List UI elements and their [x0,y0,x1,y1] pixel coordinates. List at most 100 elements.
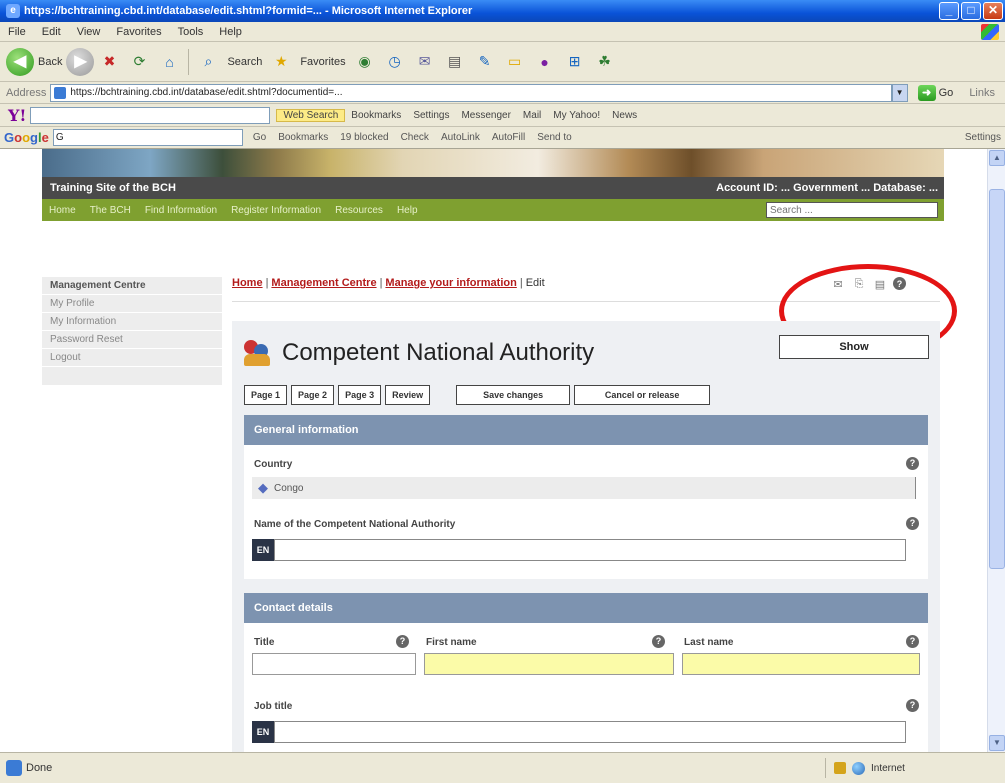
sidebar-item-password-reset[interactable]: Password Reset [42,331,222,349]
search-icon[interactable]: ⌕ [197,51,219,73]
cna-name-label: Name of the Competent National Authority [254,519,456,530]
job-title-language-tag[interactable]: EN [252,721,274,743]
nav-find-information[interactable]: Find Information [138,205,224,216]
page-1-button[interactable]: Page 1 [244,385,288,405]
google-bookmarks-button[interactable]: Bookmarks [272,132,334,143]
breadcrumb-manage[interactable]: Manage your information [385,277,516,289]
cna-name-input[interactable] [274,539,906,561]
menu-favorites[interactable]: Favorites [108,26,169,38]
zone-text: Internet [871,762,905,774]
country-select[interactable]: ◆ Congo [252,477,916,499]
google-check-button[interactable]: Check [395,132,435,143]
google-autofill-button[interactable]: AutoFill [486,132,531,143]
menu-file[interactable]: File [0,26,34,38]
links-label[interactable]: Links [959,87,1005,99]
google-popup-blocked[interactable]: 19 blocked [334,132,394,143]
navigation-toolbar: ◀ Back ▶ ✖ ⟳ ⌂ ⌕ Search ★ Favorites ◉ ◷ … [0,42,1005,82]
page-done-icon [6,760,22,776]
mail-icon[interactable]: ✉ [414,51,436,73]
cancel-release-button[interactable]: Cancel or release [574,385,711,405]
favorites-label[interactable]: Favorites [300,56,345,68]
messenger-icon[interactable]: ● [534,51,556,73]
country-value: Congo [274,482,304,494]
menu-help[interactable]: Help [211,26,250,38]
lock-icon[interactable] [834,762,846,774]
language-tag[interactable]: EN [252,539,274,561]
page-heading: Competent National Authority [244,339,594,367]
sidebar-item-logout[interactable]: Logout [42,349,222,367]
history-icon[interactable]: ◷ [384,51,406,73]
nav-home[interactable]: Home [42,205,83,216]
first-name-help-icon[interactable]: ? [652,635,665,648]
go-button[interactable]: ➜ Go [912,84,960,101]
google-search-input[interactable]: G [52,129,243,146]
folder-icon[interactable]: ▭ [504,51,526,73]
refresh-icon[interactable]: ⟳ [128,51,150,73]
maximize-button[interactable]: □ [961,2,981,20]
page-2-button[interactable]: Page 2 [291,385,335,405]
google-logo[interactable]: Google [4,130,49,145]
vertical-scrollbar[interactable]: ▲ ▼ [987,149,1005,752]
search-label[interactable]: Search [227,56,262,68]
last-name-help-icon[interactable]: ? [906,635,919,648]
research-icon[interactable]: ⊞ [564,51,586,73]
yahoo-bookmarks-button[interactable]: Bookmarks [345,110,407,121]
title-help-icon[interactable]: ? [396,635,409,648]
yahoo-web-search-button[interactable]: Web Search [276,108,346,122]
google-sendto-button[interactable]: Send to [531,132,577,143]
discuss-icon[interactable]: ☘ [594,51,616,73]
nav-the-bch[interactable]: The BCH [83,205,138,216]
nav-register-information[interactable]: Register Information [224,205,328,216]
google-autolink-button[interactable]: AutoLink [435,132,486,143]
first-name-input[interactable] [424,653,674,675]
close-button[interactable]: ✕ [983,2,1003,20]
show-button[interactable]: Show [779,335,929,359]
google-go-button[interactable]: Go [247,132,272,143]
menu-tools[interactable]: Tools [170,26,212,38]
yahoo-mail-button[interactable]: Mail [517,110,547,121]
job-title-help-icon[interactable]: ? [906,699,919,712]
cna-name-field: EN [252,539,906,561]
job-title-input[interactable] [274,721,906,743]
site-search-input[interactable] [766,202,938,218]
menu-bar: File Edit View Favorites Tools Help [0,22,1005,42]
print-icon[interactable]: ▤ [444,51,466,73]
menu-view[interactable]: View [69,26,109,38]
edit-icon[interactable]: ✎ [474,51,496,73]
home-icon[interactable]: ⌂ [158,51,180,73]
breadcrumb-management[interactable]: Management Centre [271,277,376,289]
scroll-down-arrow-icon[interactable]: ▼ [989,735,1005,751]
save-changes-button[interactable]: Save changes [456,385,571,405]
scroll-up-arrow-icon[interactable]: ▲ [989,150,1005,166]
scrollbar-thumb[interactable] [989,189,1005,569]
stop-icon[interactable]: ✖ [98,51,120,73]
yahoo-myyahoo-button[interactable]: My Yahoo! [547,110,606,121]
sidebar-item-my-profile[interactable]: My Profile [42,295,222,313]
yahoo-logo[interactable]: Y! [8,106,26,125]
nav-help[interactable]: Help [390,205,425,216]
back-label: Back [38,55,63,68]
address-input[interactable]: https://bchtraining.cbd.int/database/edi… [50,83,892,102]
last-name-input[interactable] [682,653,920,675]
cna-name-help-icon[interactable]: ? [906,517,919,530]
media-icon[interactable]: ◉ [354,51,376,73]
minimize-button[interactable]: _ [939,2,959,20]
page-3-button[interactable]: Page 3 [338,385,382,405]
back-button[interactable]: ◀ [6,47,34,76]
address-dropdown-icon[interactable]: ▼ [891,83,908,102]
country-help-icon[interactable]: ? [906,457,919,470]
title-input[interactable] [252,653,416,675]
breadcrumb-home[interactable]: Home [232,277,263,289]
favorites-icon[interactable]: ★ [270,51,292,73]
menu-edit[interactable]: Edit [34,26,69,38]
yahoo-messenger-button[interactable]: Messenger [455,110,516,121]
yahoo-settings-button[interactable]: Settings [407,110,455,121]
yahoo-news-button[interactable]: News [606,110,643,121]
yahoo-search-input[interactable] [30,106,271,124]
review-button[interactable]: Review [385,385,431,405]
sidebar-item-my-information[interactable]: My Information [42,313,222,331]
nav-resources[interactable]: Resources [328,205,390,216]
google-settings-button[interactable]: Settings [965,132,1005,143]
sidebar-item-management-centre[interactable]: Management Centre [42,277,222,295]
forward-button[interactable]: ▶ [66,47,95,76]
